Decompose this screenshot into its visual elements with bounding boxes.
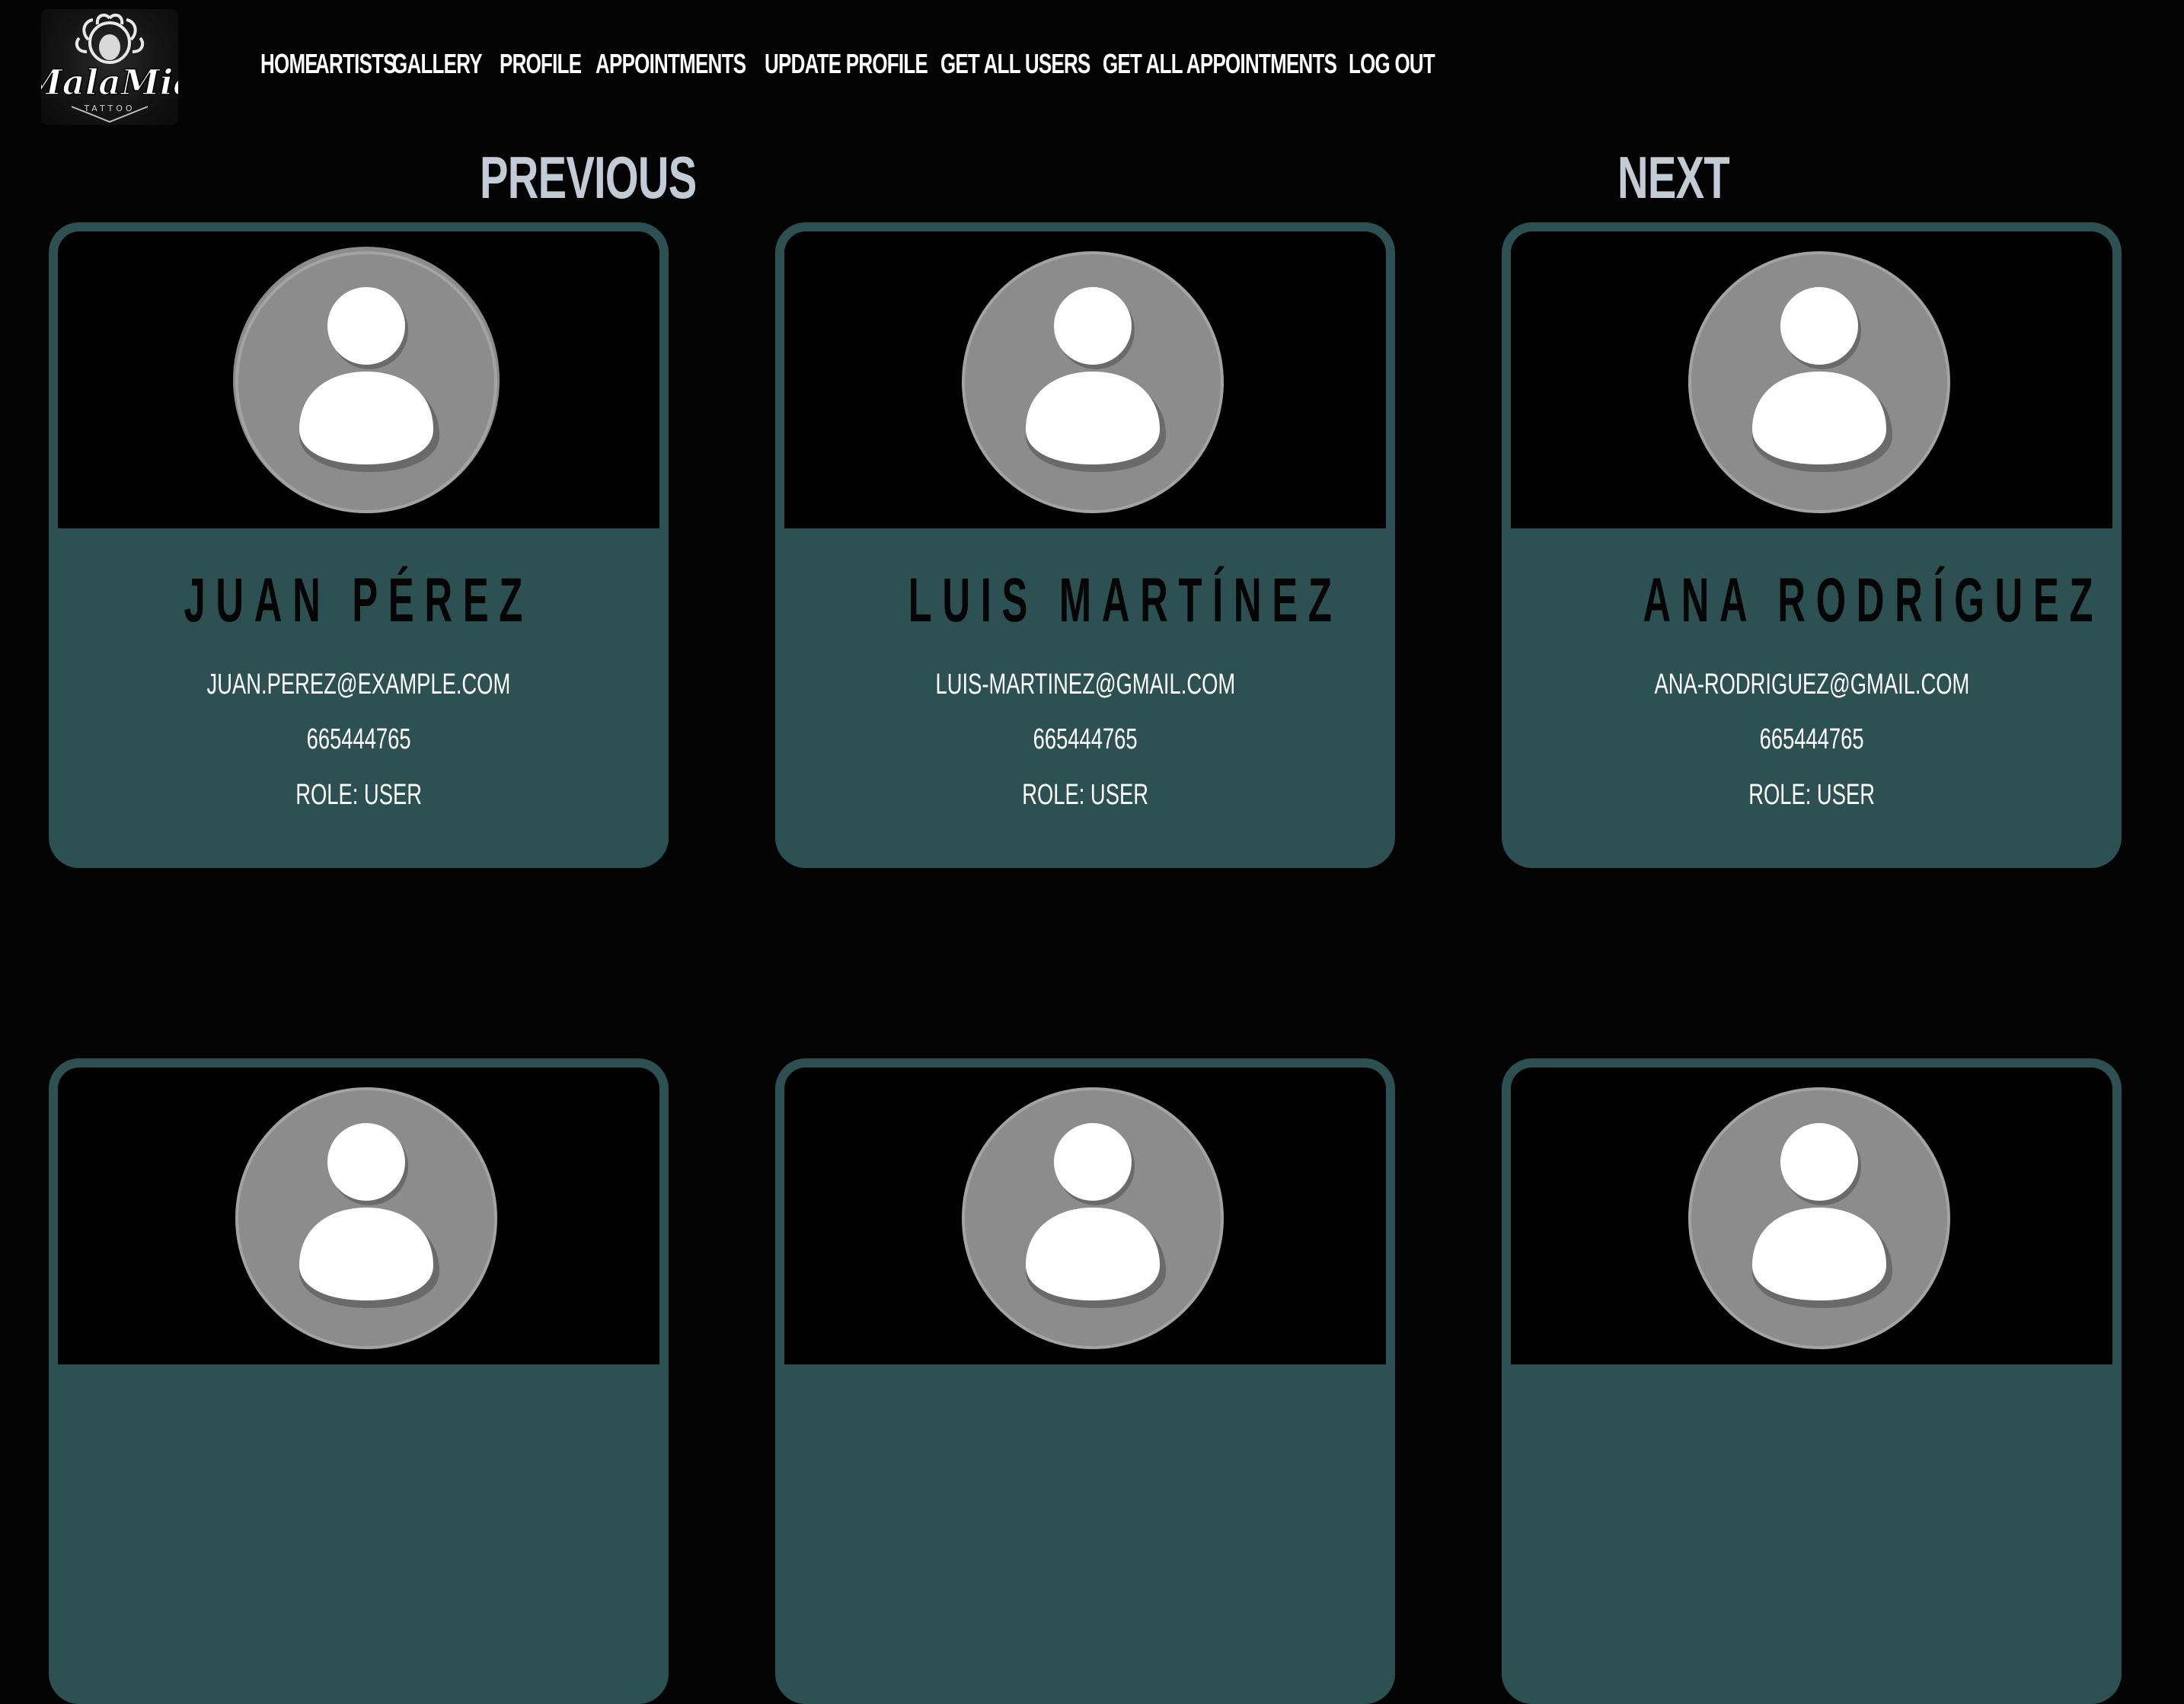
nav-get-all-appointments[interactable]: GET ALL APPOINTMENTS xyxy=(1103,48,1337,80)
svg-text:MalaMia: MalaMia xyxy=(41,62,178,103)
user-email: JUAN.PEREZ@EXAMPLE.COM xyxy=(206,669,511,700)
user-role: ROLE: USER xyxy=(1748,779,1875,811)
user-role: ROLE: USER xyxy=(295,779,422,811)
previous-button[interactable]: PREVIOUS xyxy=(480,143,697,212)
user-name: JUAN PÉREZ xyxy=(184,566,534,635)
malamia-logo[interactable]: MalaMia TATTOO xyxy=(21,9,196,125)
user-phone: 665444765 xyxy=(306,723,411,755)
user-name: LUIS MARTÍNEZ xyxy=(908,566,1343,635)
user-role: ROLE: USER xyxy=(1022,779,1148,811)
site-header: MalaMia TATTOO HOME ARTISTS GALLERY PROF… xyxy=(0,0,2184,129)
user-phone: 665444765 xyxy=(1759,723,1864,755)
next-button[interactable]: NEXT xyxy=(1617,143,1730,212)
user-avatar-icon xyxy=(235,1087,497,1349)
medusa-logo-icon: MalaMia TATTOO xyxy=(21,13,196,123)
card-photo-area xyxy=(1511,231,2112,528)
nav-appointments[interactable]: APPOINTMENTS xyxy=(595,48,746,80)
card-photo-area xyxy=(58,1067,659,1364)
user-card[interactable]: JUAN PÉREZ JUAN.PEREZ@EXAMPLE.COM 665444… xyxy=(49,222,669,868)
user-phone: 665444765 xyxy=(1033,723,1138,755)
user-card[interactable]: ANA RODRÍGUEZ ANA-RODRIGUEZ@GMAIL.COM 66… xyxy=(1502,222,2122,868)
user-card[interactable] xyxy=(775,1058,1395,1704)
card-photo-area xyxy=(1511,1067,2112,1364)
user-card[interactable]: LUIS MARTÍNEZ LUIS-MARTINEZ@GMAIL.COM 66… xyxy=(775,222,1395,868)
user-avatar-icon xyxy=(962,1087,1224,1349)
nav-update-profile[interactable]: UPDATE PROFILE xyxy=(765,48,928,80)
user-avatar-icon xyxy=(1688,251,1950,513)
user-card[interactable] xyxy=(49,1058,669,1704)
user-name: ANA RODRÍGUEZ xyxy=(1643,566,2104,635)
user-email: LUIS-MARTINEZ@GMAIL.COM xyxy=(935,669,1235,700)
user-avatar-icon xyxy=(1688,1087,1950,1349)
card-photo-area xyxy=(784,231,1386,528)
nav-home[interactable]: HOME xyxy=(260,48,318,80)
user-avatar-icon xyxy=(233,247,500,513)
nav-gallery[interactable]: GALLERY xyxy=(392,48,483,80)
user-email: ANA-RODRIGUEZ@GMAIL.COM xyxy=(1654,669,1969,700)
card-photo-area xyxy=(58,231,659,528)
svg-text:TATTOO: TATTOO xyxy=(83,104,135,113)
card-photo-area xyxy=(784,1067,1386,1364)
nav-get-all-users[interactable]: GET ALL USERS xyxy=(940,48,1090,80)
main-nav: HOME ARTISTS GALLERY PROFILE APPOINTMENT… xyxy=(260,46,1435,82)
nav-log-out[interactable]: LOG OUT xyxy=(1349,48,1435,80)
nav-artists[interactable]: ARTISTS xyxy=(315,48,397,80)
user-avatar-icon xyxy=(962,251,1224,513)
nav-profile[interactable]: PROFILE xyxy=(500,48,582,80)
user-card[interactable] xyxy=(1502,1058,2122,1704)
